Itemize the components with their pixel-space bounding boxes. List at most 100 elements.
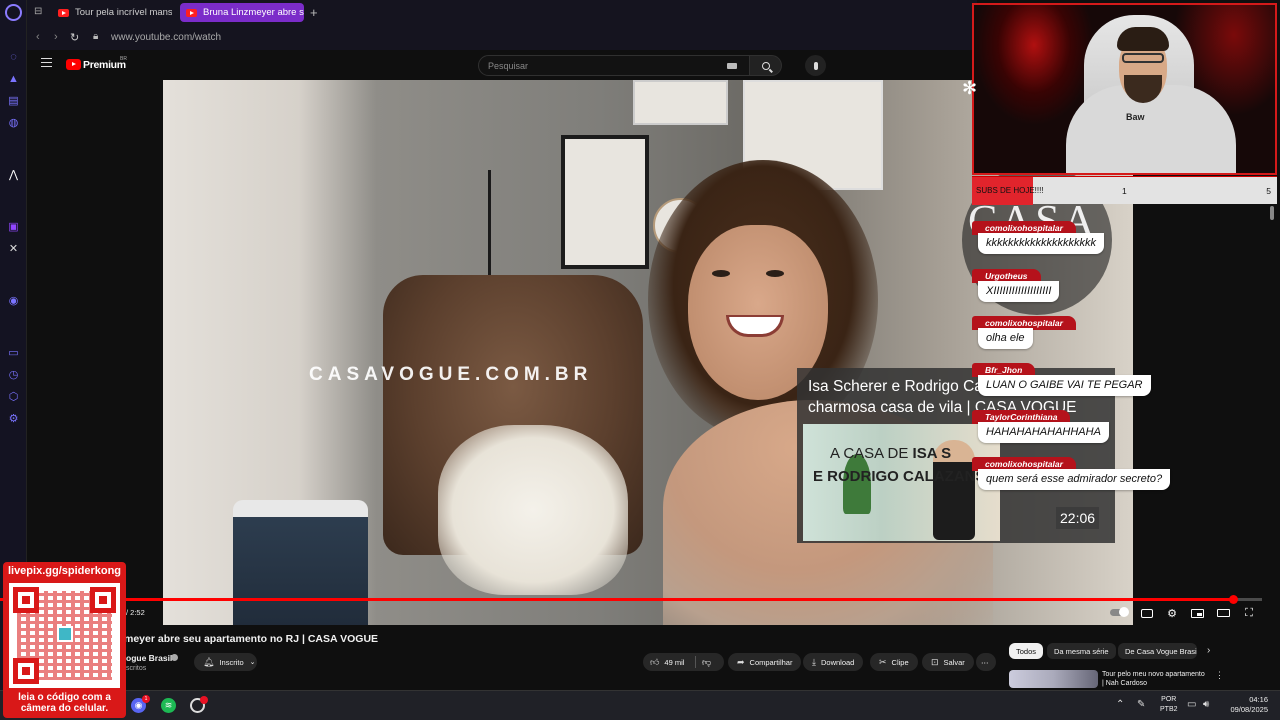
share-button[interactable]: ➦ Compartilhar [728,653,802,671]
more-icon: ⋯ [981,657,989,667]
search-icon [761,61,770,70]
country-code: BR [120,56,127,62]
history-icon[interactable]: ◷ [6,367,21,382]
tab-2[interactable]: Bruna Linzmeyer abre seu [180,3,304,22]
discord-icon[interactable]: ◉ 1 [131,695,150,713]
chevron-down-icon: ⌄ [249,659,256,666]
reload-icon[interactable]: ↻ [70,31,79,44]
search-button[interactable] [750,55,782,76]
youtube-icon [186,8,197,17]
person-eye [712,270,730,277]
messenger-icon[interactable]: ◍ [6,115,21,130]
keyboard-layout: PTB2 [1160,706,1178,713]
clip-button[interactable]: ✂ Clipe [870,653,918,671]
qr-finder [13,587,39,613]
drum [233,500,368,625]
channel-name[interactable]: ogue Brasil [126,653,172,663]
recommended-thumbnail[interactable] [1009,670,1098,688]
chip-channel[interactable]: De Casa Vogue Brasil [1118,643,1197,659]
twitch-icon[interactable]: ▣ [6,219,21,234]
app-icon[interactable] [190,696,208,713]
back-icon[interactable]: ‹ [36,31,40,43]
extensions-icon[interactable]: ⬡ [6,389,21,404]
wallet-icon[interactable]: ▤ [6,93,21,108]
bookmark-icon: ⊡ [931,656,939,667]
like-dislike-group: 👍︎ 49 mil 👎︎ [643,653,724,671]
chip-all[interactable]: Todos [1009,643,1044,659]
x-icon[interactable]: ✕ [6,241,21,256]
theater-button[interactable] [1216,606,1230,620]
autoplay-toggle[interactable] [1110,607,1129,617]
bell-icon: 🔔︎ [203,656,215,667]
chip-same-series[interactable]: Da mesma série [1047,643,1116,659]
chat-text: quem será esse admirador secreto? [978,469,1171,490]
subs-goal-bar: SUBS DE HOJE!!!! 1 5 [972,176,1277,205]
tabs-icon[interactable]: ▭ [6,345,21,360]
scrubber-handle[interactable] [1229,595,1238,604]
spotify-icon[interactable]: ≋ [161,698,176,713]
app-icon[interactable]: ⋀ [6,167,21,182]
subscribe-button[interactable]: 🔔︎ Inscrito ⌄ [194,653,257,671]
like-count[interactable]: 49 mil [664,658,684,667]
recommended-title[interactable]: Tour pelo meu novo apartamento | Nah Car… [1102,670,1207,688]
webcam-overlay: Baw [972,3,1277,175]
forward-icon[interactable]: › [54,31,58,43]
hoodie-text: Baw [1126,112,1145,122]
settings-icon[interactable]: ⚙ [6,411,21,426]
clock[interactable]: 04:16 09/08/2025 [1222,695,1268,715]
like-icon[interactable]: 👍︎ [650,657,659,668]
qr-caption-line: leia o código com a [18,692,111,703]
download-label: Download [820,657,855,667]
youtube-header: Premium BR Pesquisar [27,50,977,80]
tab-1[interactable]: Tour pela incrível mansão [52,3,172,22]
qr-caption-line: câmera do celular. [20,703,109,714]
settings-button[interactable]: ⚙ [1165,606,1179,620]
fullscreen-button[interactable]: ⛶ [1242,606,1256,620]
network-icon[interactable]: ▭ [1187,699,1196,710]
search-placeholder: Pesquisar [488,61,529,71]
progress-bar[interactable] [0,595,1262,604]
scrollbar[interactable] [1270,206,1274,220]
sheepskin [438,425,628,595]
person-eye [766,270,784,277]
new-tab-icon[interactable]: + [310,5,318,20]
chevron-up-icon[interactable]: ⌃ [1116,699,1124,710]
date: 09/08/2025 [1230,705,1268,714]
url-field[interactable]: www.youtube.com/watch [111,32,221,43]
keyboard-icon[interactable] [727,63,737,69]
subtitles-button[interactable] [1140,606,1154,620]
menu-icon[interactable] [41,58,52,67]
volume-icon[interactable]: 🔊︎ [1203,699,1209,710]
opera-logo-icon[interactable] [5,4,22,21]
language-indicator[interactable]: POR PTB2 [1160,695,1178,715]
bag-icon[interactable]: ▲ [6,71,21,86]
pen-icon[interactable]: ✎ [1137,699,1145,710]
search-input[interactable]: Pesquisar [478,55,750,76]
subscribe-label: Inscrito [219,657,244,667]
taskbar: ◉ 1 ≋ ⌃ ✎ POR PTB2 ▭ 🔊︎ 04:16 09/08/2025 [0,690,1280,720]
tab-manager-icon[interactable]: ⊟ [34,6,42,17]
qr-finder [13,658,39,684]
donation-qr-panel: livepix.gg/spiderkong leia o código com … [3,562,126,718]
youtube-logo-icon[interactable] [66,59,81,70]
aria-icon[interactable]: ◌ [6,49,21,64]
player-icon[interactable]: ◉ [6,293,21,308]
miniplayer-button[interactable] [1190,606,1204,620]
download-button[interactable]: ⤓ Download [803,653,864,671]
dislike-icon[interactable]: 👎︎ [702,657,711,668]
more-actions-button[interactable]: ⋯ [976,653,996,671]
recommended-more-icon[interactable]: ⋮ [1215,670,1224,681]
thumbnail-caption-2: E RODRIGO CALAZANS [813,468,986,485]
qr-code [9,583,120,688]
time: 04:16 [1249,695,1268,704]
chevron-right-icon[interactable]: › [1207,645,1210,656]
notification-badge: 1 [142,695,150,703]
streamer-glasses [1122,53,1164,63]
wall-picture [561,135,649,269]
subs-current: 1 [1122,186,1127,196]
share-label: Compartilhar [749,657,793,667]
lock-icon: 🔒︎ [93,31,99,42]
voice-search-button[interactable] [805,55,826,76]
subs-goal-label: SUBS DE HOJE!!!! [976,186,1044,195]
save-button[interactable]: ⊡ Salvar [922,653,974,671]
